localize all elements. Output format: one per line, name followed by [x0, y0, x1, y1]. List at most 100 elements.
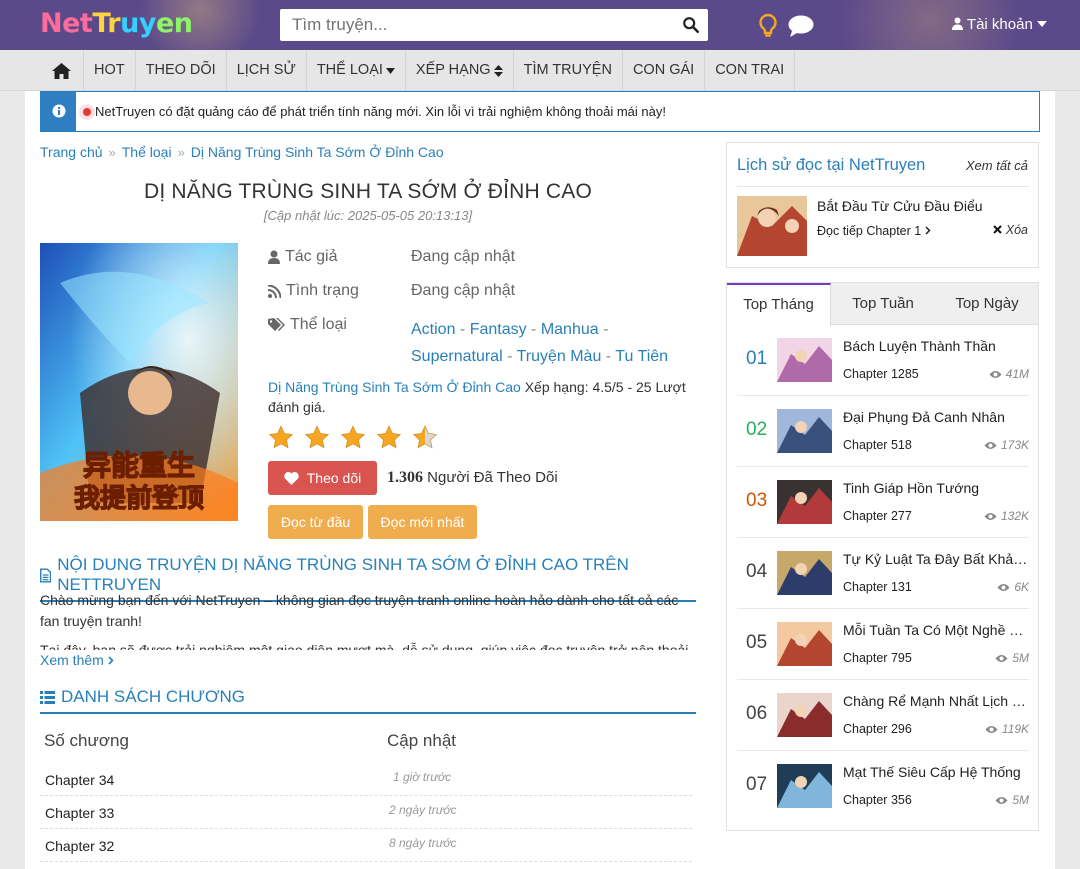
rating-manga-link[interactable]: Dị Năng Trùng Sinh Ta Sớm Ở Đỉnh Cao [268, 379, 521, 395]
status-label-wrap: Tình trạng [268, 282, 359, 300]
top-manga-name[interactable]: Chàng Rể Mạnh Nhất Lịch Sử [843, 693, 1029, 709]
chat-icon[interactable] [787, 14, 815, 38]
top-manga-name[interactable]: Đại Phụng Đả Canh Nhân [843, 409, 1029, 425]
top-thumbnail[interactable] [777, 693, 832, 737]
tab-top-day[interactable]: Top Ngày [935, 283, 1039, 325]
top-thumbnail[interactable] [777, 622, 832, 666]
nav-genres[interactable]: THỂ LOẠI [307, 50, 406, 91]
top-item[interactable]: 03 Tinh Giáp Hồn Tướng Chapter 277 132K [737, 467, 1029, 538]
top-chapter-link[interactable]: Chapter 131 [843, 580, 912, 594]
top-item[interactable]: 02 Đại Phụng Đả Canh Nhân Chapter 518 173K [737, 396, 1029, 467]
lightbulb-icon[interactable] [757, 13, 779, 39]
search-box [280, 9, 708, 41]
chapter-row[interactable]: Chapter 33 2 ngày trước [40, 796, 692, 829]
top-views-count: 41M [1005, 367, 1029, 381]
search-icon[interactable] [682, 16, 700, 34]
top-manga-name[interactable]: Tự Kỷ Luật Ta Đây Bất Khả Chiến Bại [843, 551, 1029, 567]
star-icon[interactable] [268, 425, 294, 450]
top-chapter-link[interactable]: Chapter 356 [843, 793, 912, 807]
history-title[interactable]: Lịch sử đọc tại NetTruyen [737, 156, 925, 175]
tab-top-month[interactable]: Top Tháng [727, 283, 831, 326]
top-thumbnail[interactable] [777, 409, 832, 453]
chapter-link[interactable]: Chapter 33 [45, 805, 114, 821]
chapter-row[interactable]: Chapter 32 8 ngày trước [40, 829, 692, 862]
breadcrumb-genres[interactable]: Thể loại [122, 144, 172, 160]
chapter-link[interactable]: Chapter 32 [45, 838, 114, 854]
user-icon [952, 17, 963, 30]
nav-search[interactable]: TÌM TRUYỆN [514, 50, 623, 91]
follow-suffix: Người Đã Theo Dõi [427, 469, 558, 486]
nav-ranking-label: XẾP HẠNG [415, 62, 491, 78]
history-manga-name[interactable]: Bắt Đầu Từ Cửu Đầu Điểu [817, 198, 983, 214]
top-rank: 03 [746, 490, 768, 511]
top-chapter-link[interactable]: Chapter 795 [843, 651, 912, 665]
top-manga-name[interactable]: Mạt Thế Siêu Cấp Hệ Thống [843, 764, 1029, 780]
genre-link[interactable]: Manhua [541, 321, 599, 338]
breadcrumb-home[interactable]: Trang chủ [40, 144, 103, 160]
top-manga-name[interactable]: Bách Luyện Thành Thần [843, 338, 1029, 354]
nav-ranking[interactable]: XẾP HẠNG [406, 50, 514, 91]
main-nav: HOT THEO DÕI LỊCH SỬ THỂ LOẠI XẾP HẠNG T… [0, 50, 1080, 91]
chapter-list-heading-text: DANH SÁCH CHƯƠNG [61, 687, 245, 706]
top-chapter-link[interactable]: Chapter 1285 [843, 367, 919, 381]
star-icon[interactable] [304, 425, 330, 450]
follow-number: 1.306 [387, 469, 423, 486]
top-chapter-link[interactable]: Chapter 518 [843, 438, 912, 452]
star-icon[interactable] [412, 425, 438, 450]
genre-link[interactable]: Fantasy [470, 321, 527, 338]
see-more-link[interactable]: Xem thêm [40, 652, 114, 668]
star-icon[interactable] [376, 425, 402, 450]
follow-button[interactable]: Theo dõi [268, 461, 377, 495]
top-chapter-link[interactable]: Chapter 277 [843, 509, 912, 523]
top-manga-name[interactable]: Mỗi Tuần Ta Có Một Nghề Nghiệp Mới [843, 622, 1029, 638]
search-input[interactable] [280, 9, 670, 41]
chapter-link[interactable]: Chapter 34 [45, 772, 114, 788]
top-views: 173K [984, 438, 1029, 452]
chapter-col-update: Cập nhật [387, 731, 456, 750]
top-item[interactable]: 05 Mỗi Tuần Ta Có Một Nghề Nghiệp Mới Chap… [737, 609, 1029, 680]
nav-genres-label: THỂ LOẠI [316, 62, 383, 78]
genre-link[interactable]: Tu Tiên [615, 348, 668, 365]
chapter-row[interactable]: Chapter 34 1 giờ trước [40, 763, 692, 796]
nav-girls[interactable]: CON GÁI [623, 50, 706, 91]
top-views-count: 173K [1000, 438, 1029, 452]
home-icon [52, 62, 71, 79]
top-item[interactable]: 07 Mạt Thế Siêu Cấp Hệ Thống Chapter 356 5M [737, 751, 1029, 822]
nav-history[interactable]: LỊCH SỬ [227, 50, 307, 91]
top-item[interactable]: 01 Bách Luyện Thành Thần Chapter 1285 41M [737, 325, 1029, 396]
eye-icon [984, 441, 997, 449]
genre-link[interactable]: Action [411, 321, 455, 338]
top-manga-name[interactable]: Tinh Giáp Hồn Tướng [843, 480, 1029, 496]
account-menu[interactable]: Tài khoản [952, 16, 1047, 33]
top-item[interactable]: 04 Tự Kỷ Luật Ta Đây Bất Khả Chiến Bại Cha… [737, 538, 1029, 609]
author-label: Tác giả [285, 248, 338, 265]
rating-stars[interactable] [268, 425, 438, 450]
genre-list: Action - Fantasy - Manhua - Supernatural… [411, 321, 669, 365]
history-delete-button[interactable]: Xóa [993, 223, 1028, 237]
genre-link[interactable]: Truyện Màu [517, 348, 602, 365]
top-item[interactable]: 06 Chàng Rể Mạnh Nhất Lịch Sử Chapter 296 1… [737, 680, 1029, 751]
site-logo[interactable]: NetTruyen [40, 8, 193, 39]
top-thumbnail[interactable] [777, 764, 832, 808]
history-thumbnail[interactable] [737, 196, 807, 256]
breadcrumb-current[interactable]: Dị Năng Trùng Sinh Ta Sớm Ở Đỉnh Cao [191, 144, 444, 160]
read-latest-button[interactable]: Đọc mới nhất [368, 505, 477, 539]
follow-label: Theo dõi [306, 470, 362, 486]
read-first-button[interactable]: Đọc từ đầu [268, 505, 363, 539]
history-see-all[interactable]: Xem tất cả [966, 158, 1028, 173]
user-icon [268, 250, 280, 264]
genre-link[interactable]: Supernatural [411, 348, 503, 365]
top-thumbnail[interactable] [777, 338, 832, 382]
nav-boys[interactable]: CON TRAI [705, 50, 796, 91]
star-icon[interactable] [340, 425, 366, 450]
top-thumbnail[interactable] [777, 480, 832, 524]
nav-home[interactable] [40, 50, 84, 91]
history-continue-link[interactable]: Đọc tiếp Chapter 1 [817, 224, 931, 238]
eye-icon [984, 512, 997, 520]
nav-hot[interactable]: HOT [84, 50, 136, 91]
top-chapter-link[interactable]: Chapter 296 [843, 722, 912, 736]
nav-following[interactable]: THEO DÕI [136, 50, 227, 91]
tab-top-week[interactable]: Top Tuần [831, 283, 935, 325]
top-ranking-box: Top Tháng Top Tuần Top Ngày 01 Bách Luyện… [726, 282, 1039, 831]
top-thumbnail[interactable] [777, 551, 832, 595]
